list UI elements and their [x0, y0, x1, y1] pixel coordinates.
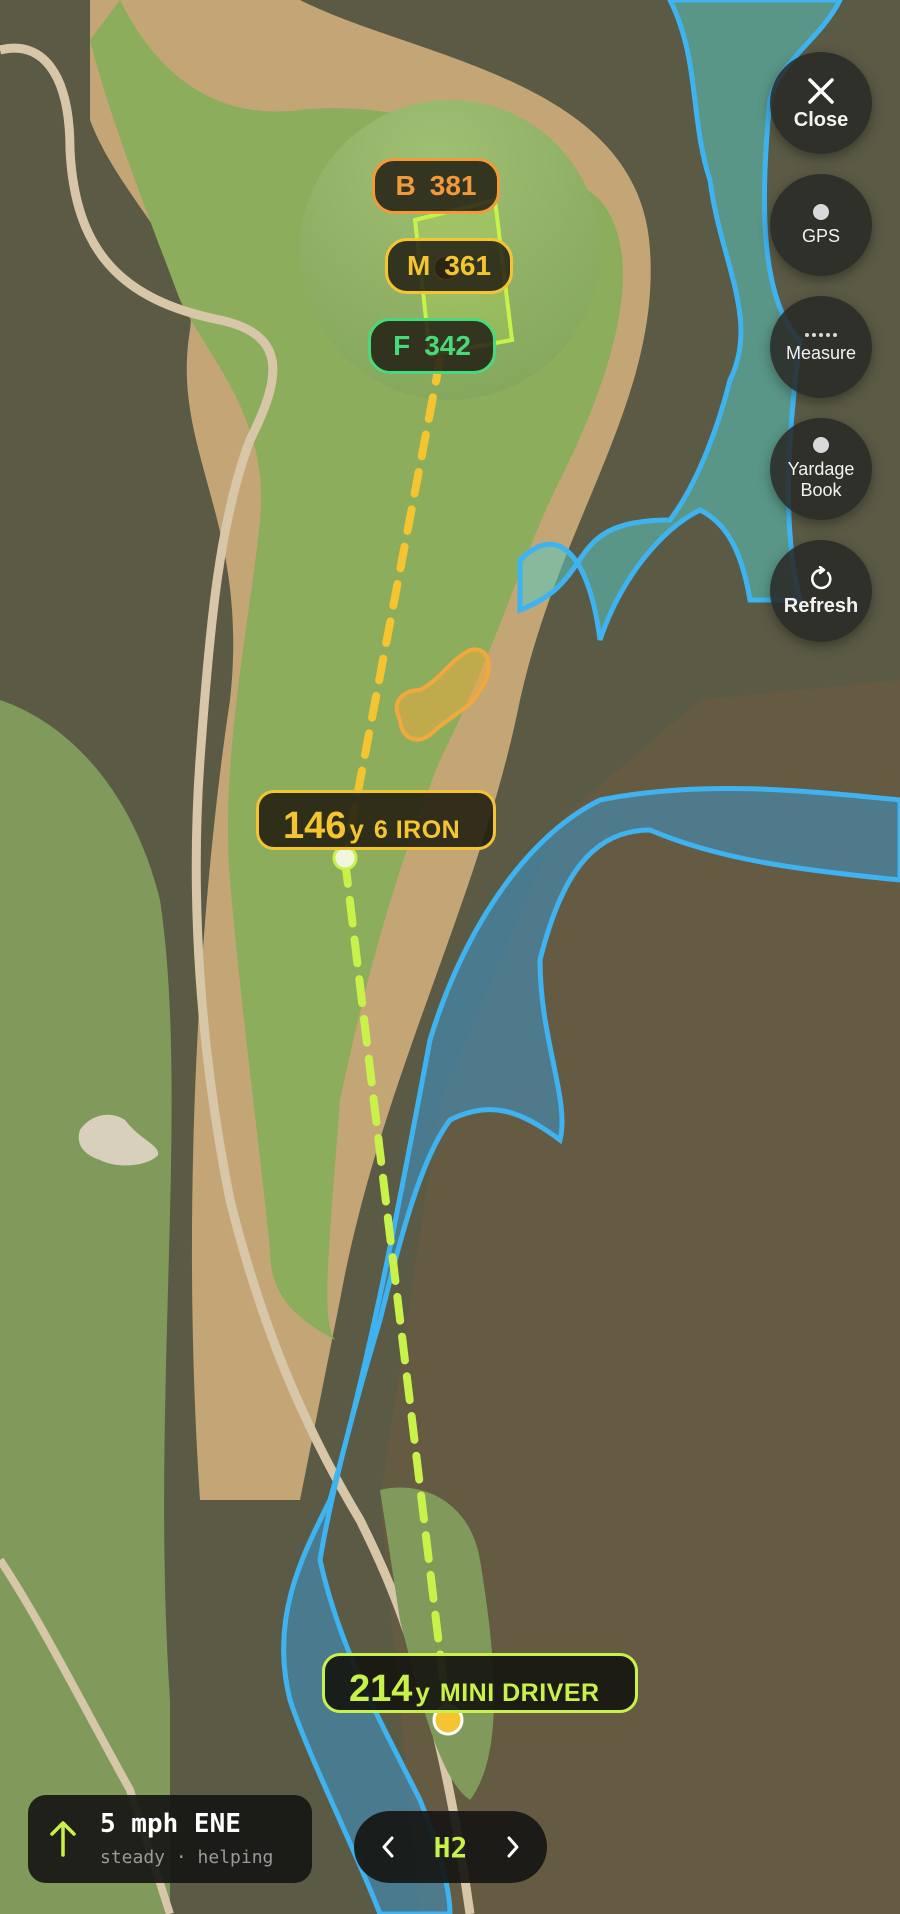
hole-selector: H2 — [354, 1811, 547, 1883]
middle-key: M — [406, 250, 431, 281]
back-key: B — [395, 170, 416, 201]
gps-dot-icon — [813, 203, 829, 220]
chevron-right-icon — [507, 1836, 519, 1858]
wind-condition: steady · helping — [100, 1847, 274, 1868]
wind-arrow-icon — [50, 1821, 76, 1857]
front-distance-pill[interactable]: F 342 — [368, 318, 496, 374]
yardage-book-button[interactable]: Yardage Book — [770, 418, 872, 520]
approach-unit: y — [349, 814, 364, 844]
measure-label: Measure — [785, 342, 857, 363]
front-distance-value: 342 — [424, 330, 471, 361]
measure-button[interactable]: Measure — [770, 296, 872, 398]
approach-shot-label[interactable]: 146 y 6 IRON — [256, 790, 496, 850]
aim-point-marker — [332, 845, 358, 871]
wind-widget[interactable]: 5 mph ENE steady · helping — [28, 1795, 312, 1883]
hole-map-view: B 381 M 361 F 342 146 y 6 IRON 214 y MIN… — [0, 0, 900, 1914]
tee-unit: y — [415, 1677, 430, 1707]
close-button[interactable]: Close — [770, 52, 872, 154]
chevron-left-icon — [382, 1836, 394, 1858]
wind-speed: 5 mph ENE — [100, 1809, 241, 1839]
tee-shot-label[interactable]: 214 y MINI DRIVER — [322, 1653, 638, 1713]
approach-club: 6 IRON — [373, 816, 461, 844]
book-dot-icon — [813, 437, 829, 453]
current-hole: H2 — [433, 1830, 468, 1864]
refresh-label: Refresh — [783, 594, 859, 617]
back-distance-pill[interactable]: B 381 — [372, 158, 500, 214]
next-hole-button[interactable] — [485, 1811, 541, 1883]
close-icon — [808, 77, 834, 104]
tee-club: MINI DRIVER — [439, 1679, 600, 1707]
left-fairway — [0, 700, 172, 1914]
gps-label: GPS — [801, 225, 840, 246]
yardage-book-label-line2: Book — [800, 480, 842, 500]
tee-distance: 214 — [349, 1668, 413, 1710]
gps-button[interactable]: GPS — [770, 174, 872, 276]
refresh-icon — [811, 565, 832, 589]
approach-distance: 146 — [283, 805, 347, 847]
back-distance-value: 381 — [429, 170, 477, 201]
yardage-book-label-line1: Yardage — [787, 459, 855, 479]
middle-distance-pill[interactable]: M 361 — [385, 238, 513, 294]
front-key: F — [393, 330, 411, 361]
previous-hole-button[interactable] — [360, 1811, 416, 1883]
middle-distance-value: 361 — [444, 250, 492, 281]
close-label: Close — [793, 108, 849, 131]
dotted-line-icon — [805, 332, 837, 337]
refresh-button[interactable]: Refresh — [770, 540, 872, 642]
